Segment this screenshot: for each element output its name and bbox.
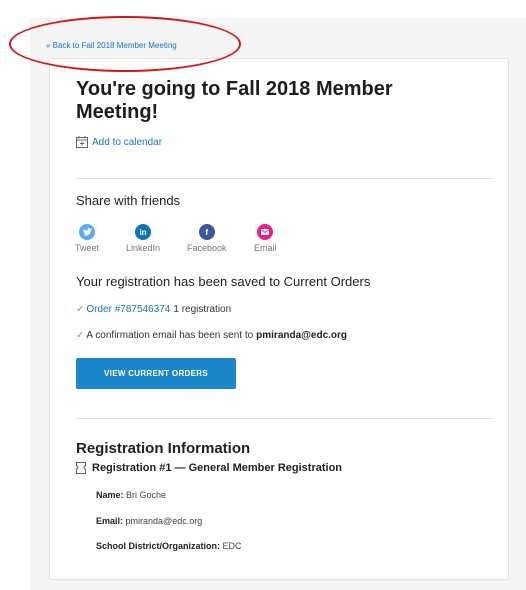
field-name: Name: Bri Goche bbox=[96, 490, 166, 500]
share-twitter-button[interactable]: Tweet bbox=[75, 224, 99, 253]
divider bbox=[76, 418, 494, 419]
check-icon: ✓ bbox=[76, 330, 85, 341]
page-title: You're going to Fall 2018 Member Meeting… bbox=[76, 78, 393, 123]
order-line: ✓ Order #787546374 1 registration bbox=[76, 304, 231, 315]
registration-heading: Registration Information bbox=[76, 440, 251, 457]
share-email-button[interactable]: Email bbox=[254, 224, 277, 253]
check-icon: ✓ bbox=[76, 304, 85, 315]
confirmation-line: ✓ A confirmation email has been sent to … bbox=[76, 330, 347, 341]
field-label: School District/Organization: bbox=[96, 541, 221, 551]
saved-message: Your registration has been saved to Curr… bbox=[76, 274, 371, 289]
field-organization: School District/Organization: EDC bbox=[96, 541, 242, 551]
add-to-calendar-label: Add to calendar bbox=[92, 136, 163, 148]
share-heading: Share with friends bbox=[76, 193, 181, 208]
field-label: Email: bbox=[96, 516, 124, 526]
twitter-icon bbox=[79, 224, 95, 240]
back-link[interactable]: « Back to Fall 2018 Member Meeting bbox=[46, 41, 177, 50]
field-email: Email: pmiranda@edc.org bbox=[96, 516, 202, 526]
order-link[interactable]: Order #787546374 bbox=[86, 304, 170, 315]
linkedin-icon: in bbox=[135, 224, 152, 240]
confirmation-email: pmiranda@edc.org bbox=[256, 330, 348, 341]
registration-subheading-text: Registration #1 — General Member Registr… bbox=[92, 462, 343, 474]
share-facebook-button[interactable]: f Facebook bbox=[187, 224, 227, 253]
facebook-icon: f bbox=[198, 224, 215, 240]
divider bbox=[76, 178, 494, 179]
email-icon bbox=[257, 224, 274, 240]
ticket-icon bbox=[76, 462, 86, 474]
order-count: 1 registration bbox=[173, 304, 232, 315]
field-value: EDC bbox=[222, 541, 242, 551]
field-label: Name: bbox=[96, 490, 124, 500]
share-label: Tweet bbox=[75, 243, 100, 253]
registration-subheading: Registration #1 — General Member Registr… bbox=[76, 462, 342, 474]
field-value: pmiranda@edc.org bbox=[125, 516, 203, 526]
view-current-orders-button[interactable]: VIEW CURRENT ORDERS bbox=[76, 358, 236, 389]
share-label: Email bbox=[254, 243, 277, 253]
add-to-calendar-link[interactable]: Add to calendar bbox=[76, 136, 162, 148]
share-linkedin-button[interactable]: in LinkedIn bbox=[126, 224, 160, 253]
confirmation-text: A confirmation email has been sent to bbox=[86, 330, 254, 341]
field-value: Bri Goche bbox=[126, 490, 167, 500]
share-label: Facebook bbox=[187, 243, 227, 253]
calendar-icon bbox=[76, 136, 88, 148]
share-label: LinkedIn bbox=[126, 243, 161, 253]
